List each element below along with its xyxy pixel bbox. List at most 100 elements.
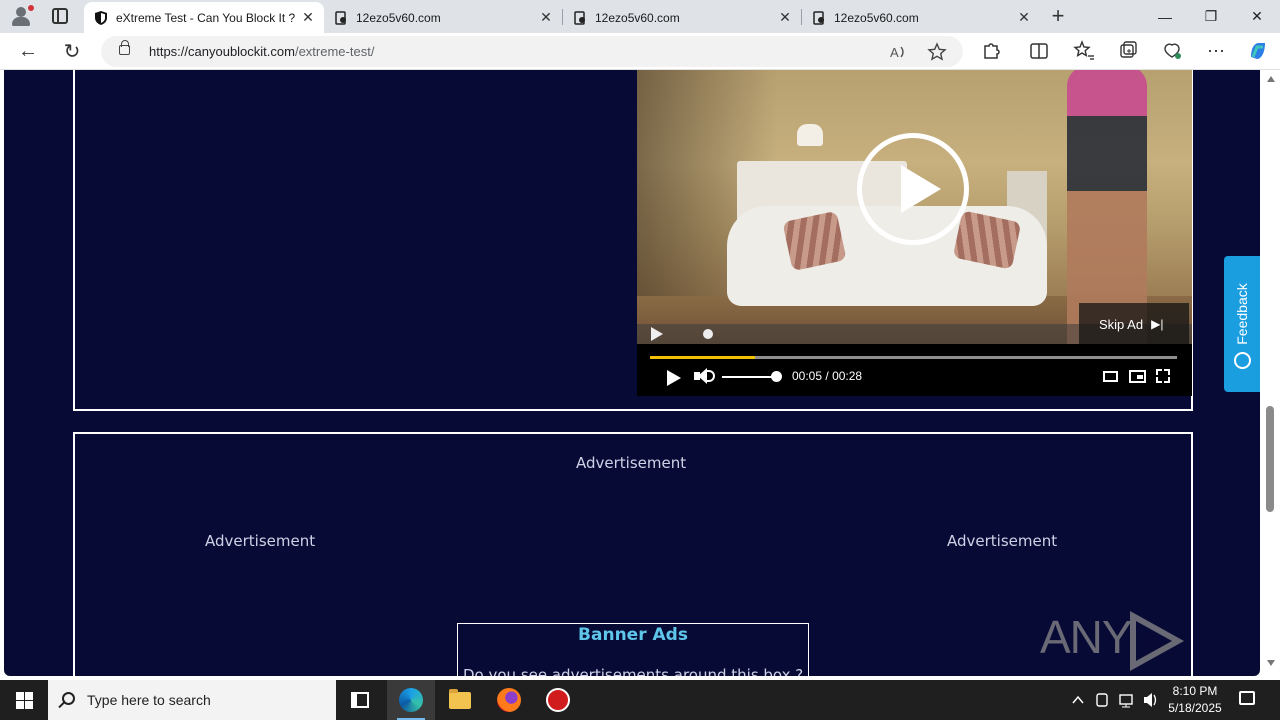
address-bar[interactable]: https://canyoublockit.com/extreme-test/ … [101, 36, 963, 67]
banner-title: Banner Ads [578, 625, 688, 645]
scrollbar-thumb[interactable] [1266, 406, 1274, 512]
file-explorer-icon [449, 688, 471, 709]
volume-knob[interactable] [771, 371, 782, 382]
url-domain: https://canyoublockit.com [149, 44, 295, 59]
volume-tray-icon[interactable] [1142, 680, 1160, 720]
network-icon[interactable] [1118, 680, 1136, 720]
banner-question: Do you see advertisements around this bo… [463, 666, 804, 676]
watermark-play-icon [1129, 610, 1184, 671]
inner-play-icon[interactable] [651, 327, 663, 341]
tab-close-icon[interactable]: ✕ [1016, 9, 1032, 26]
taskbar-firefox[interactable] [485, 680, 533, 720]
tab-close-icon[interactable]: ✕ [538, 9, 554, 26]
tray-chevron-icon[interactable] [1070, 680, 1086, 720]
web-content-area: Skip Ad ▶| 00:05 / 00:28 Advertisement A… [0, 70, 1262, 680]
svg-text:A: A [890, 45, 899, 60]
fullscreen-icon[interactable] [1156, 369, 1170, 383]
taskbar-edge[interactable] [387, 680, 435, 720]
volume-icon[interactable] [694, 367, 716, 387]
theater-mode-icon[interactable] [1103, 371, 1118, 382]
skip-ad-button[interactable]: Skip Ad ▶| [1079, 303, 1189, 345]
tab-title: 12ezo5v60.com [834, 10, 919, 25]
tab-12ezo5v60-3[interactable]: 12ezo5v60.com ✕ [802, 2, 1040, 33]
system-clock[interactable]: 8:10 PM 5/18/2025 [1160, 683, 1230, 717]
page-scrollbar[interactable] [1262, 70, 1280, 680]
refresh-button[interactable]: ↻ [57, 37, 87, 65]
advertisement-label-right: Advertisement [947, 532, 1058, 550]
close-window-button[interactable]: ✕ [1234, 0, 1280, 33]
read-aloud-icon[interactable]: A [888, 42, 908, 62]
skip-next-icon: ▶| [1151, 317, 1164, 331]
tray-device-icon[interactable] [1094, 680, 1110, 720]
browser-essentials-icon[interactable] [1157, 37, 1187, 65]
anyrun-app-icon [546, 688, 570, 712]
tab-title: 12ezo5v60.com [356, 10, 441, 25]
page-background: Skip Ad ▶| 00:05 / 00:28 Advertisement A… [4, 70, 1260, 676]
picture-in-picture-icon[interactable] [1129, 370, 1146, 383]
split-screen-icon[interactable] [1024, 37, 1054, 65]
edge-icon [399, 688, 423, 712]
volume-slider[interactable] [722, 376, 778, 378]
taskbar-file-explorer[interactable] [436, 680, 484, 720]
collections-icon[interactable] [1113, 37, 1143, 65]
new-tab-button[interactable]: + [1047, 5, 1069, 28]
feedback-icon [1234, 352, 1251, 369]
start-button[interactable] [0, 680, 48, 720]
advertisement-label-top: Advertisement [576, 454, 687, 472]
tab-close-icon[interactable]: ✕ [300, 9, 316, 26]
tab-title: 12ezo5v60.com [595, 10, 680, 25]
page-icon [574, 10, 585, 25]
browser-toolbar: ← ↻ https://canyoublockit.com/extreme-te… [0, 33, 1280, 70]
time-separator: / [825, 369, 829, 383]
url-text[interactable]: https://canyoublockit.com/extreme-test/ [149, 44, 374, 59]
video-ad-section: Skip Ad ▶| 00:05 / 00:28 [73, 70, 1193, 411]
tab-12ezo5v60-1[interactable]: 12ezo5v60.com ✕ [324, 2, 562, 33]
taskbar-anyrun[interactable] [534, 680, 582, 720]
tab-12ezo5v60-2[interactable]: 12ezo5v60.com ✕ [563, 2, 801, 33]
feedback-button[interactable]: Feedback [1224, 256, 1260, 392]
task-view-button[interactable] [336, 680, 384, 720]
copilot-icon[interactable] [1243, 37, 1273, 65]
progress-fill [650, 356, 756, 359]
video-player[interactable]: Skip Ad ▶| 00:05 / 00:28 [637, 70, 1192, 396]
profile-avatar-icon[interactable] [9, 5, 34, 27]
tab-extreme-test[interactable]: eXtreme Test - Can You Block It ? ✕ [84, 2, 324, 33]
windows-taskbar: Type here to search 8:10 PM 5/18/2025 [0, 680, 1280, 720]
notification-icon[interactable] [1239, 691, 1255, 705]
progress-bar[interactable] [650, 356, 1177, 359]
watermark-left: ANY [1040, 611, 1133, 663]
page-icon [335, 10, 346, 25]
banner-box: Banner Ads Do you see advertisements aro… [457, 623, 809, 676]
back-button[interactable]: ← [13, 37, 43, 65]
url-path: /extreme-test/ [294, 44, 375, 59]
more-menu-button[interactable]: ⋯ [1201, 37, 1231, 65]
taskbar-search-box[interactable]: Type here to search [48, 680, 336, 720]
tab-title: eXtreme Test - Can You Block It ? [116, 10, 296, 25]
advertisement-label-left: Advertisement [205, 532, 316, 550]
big-play-button-icon[interactable] [857, 133, 969, 245]
scroll-down-icon[interactable] [1267, 660, 1275, 666]
shield-icon [95, 10, 107, 25]
search-icon [62, 692, 75, 705]
lock-icon[interactable] [119, 40, 130, 55]
tab-close-icon[interactable]: ✕ [777, 9, 793, 26]
extensions-icon[interactable] [976, 37, 1006, 65]
favorite-star-icon[interactable] [927, 42, 947, 62]
maximize-button[interactable]: ❐ [1188, 0, 1234, 33]
task-view-icon [351, 692, 369, 708]
banner-ad-section: Advertisement Advertisement Advertisemen… [73, 432, 1193, 676]
tab-strip: eXtreme Test - Can You Block It ? ✕ 12ez… [0, 0, 1280, 33]
anyrun-watermark: ANY RUN [1040, 610, 1260, 676]
watermark-right: RUN [1040, 668, 1138, 676]
tab-actions-icon[interactable] [52, 8, 68, 24]
minimize-button[interactable]: — [1142, 0, 1188, 33]
inner-scrub-knob[interactable] [703, 329, 713, 339]
scroll-up-icon[interactable] [1267, 76, 1275, 82]
firefox-icon [497, 688, 521, 712]
search-placeholder: Type here to search [87, 692, 211, 708]
current-time: 00:05 [792, 369, 823, 383]
video-controls: 00:05 / 00:28 [637, 344, 1192, 396]
play-icon[interactable] [667, 370, 681, 386]
clock-time: 8:10 PM [1172, 684, 1218, 698]
favorites-icon[interactable] [1069, 37, 1099, 65]
